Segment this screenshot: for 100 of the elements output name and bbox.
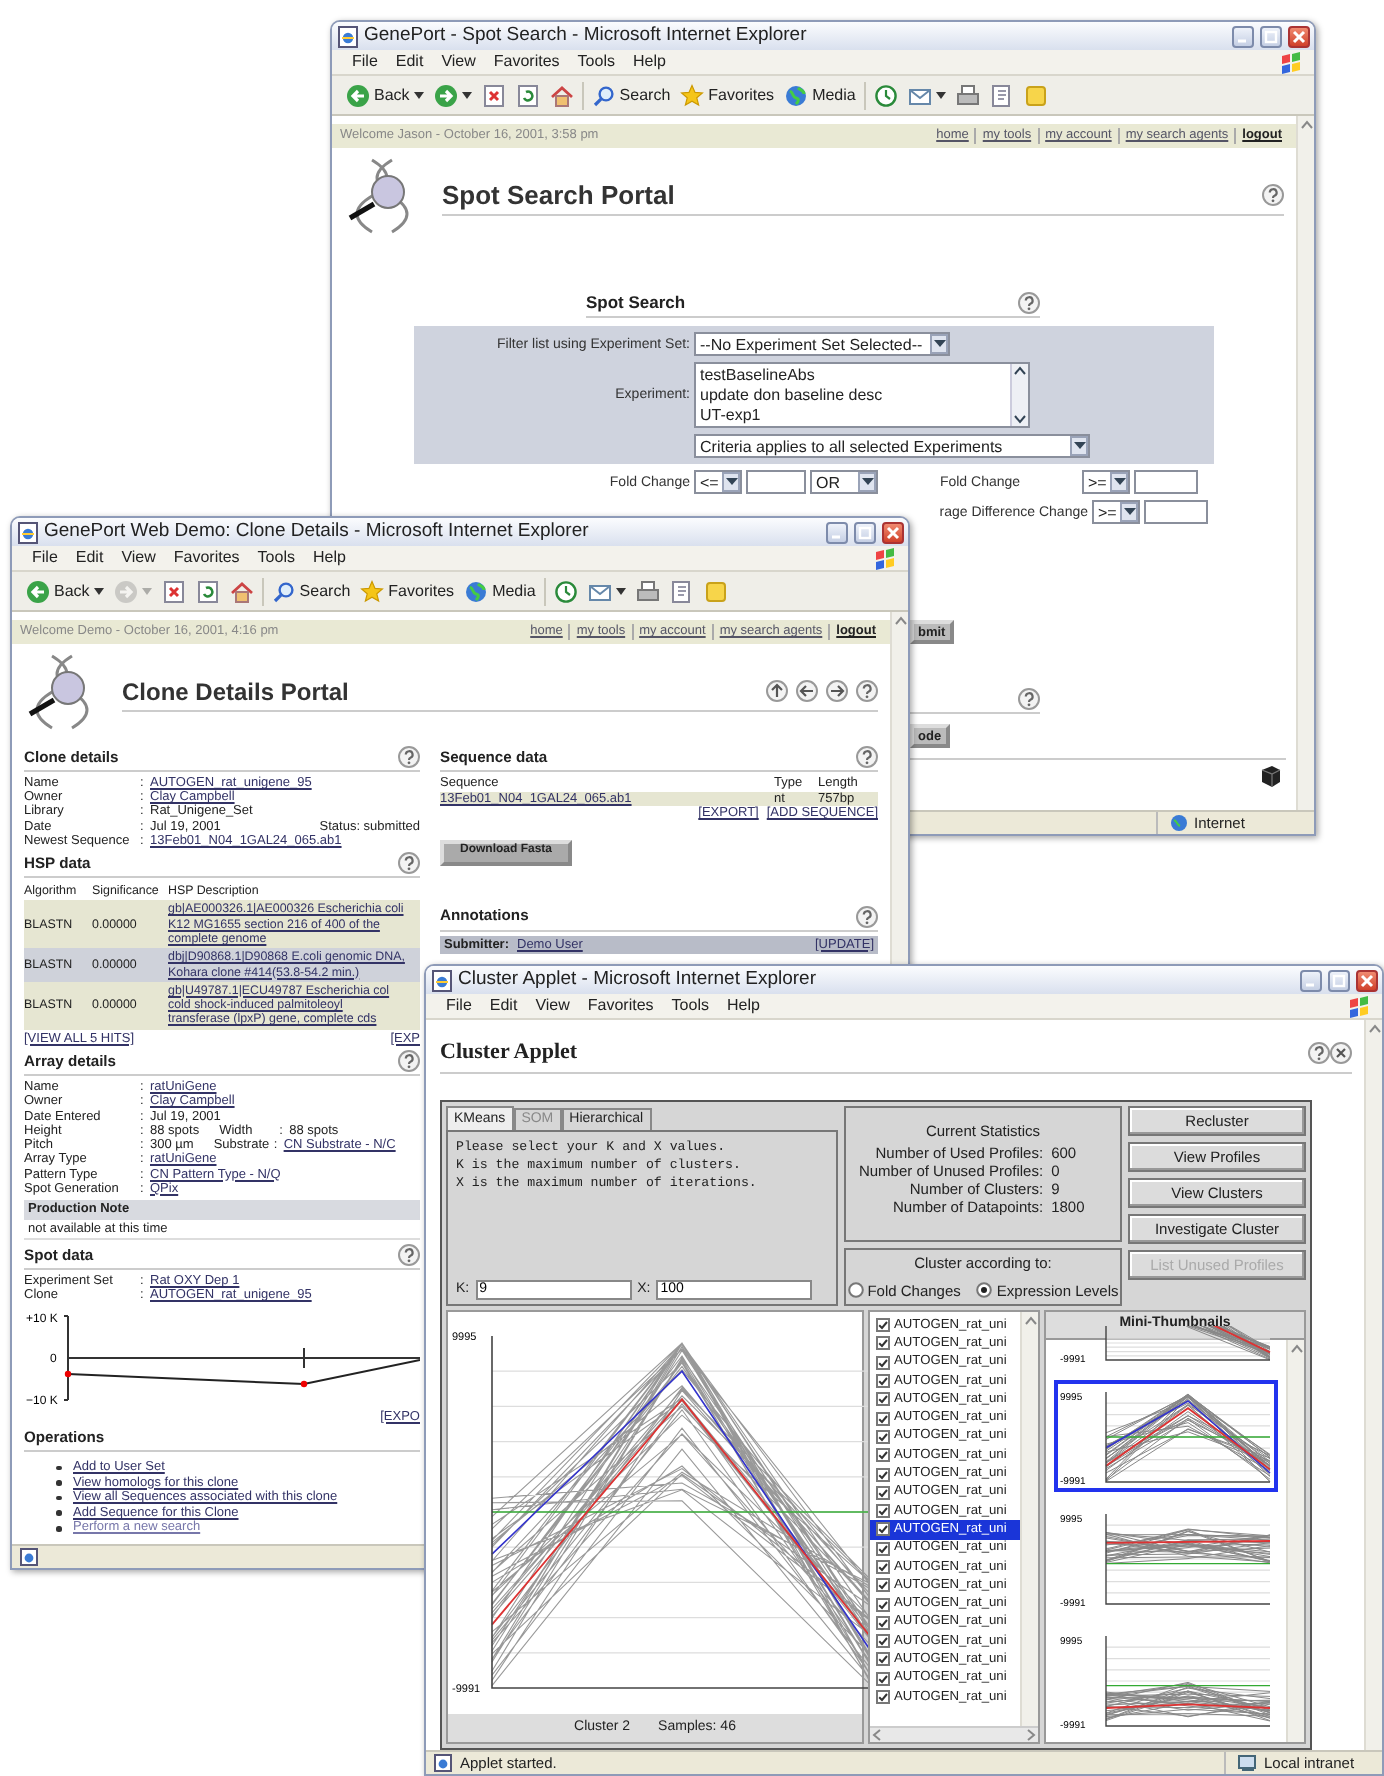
- menu-item[interactable]: Edit: [489, 994, 518, 1018]
- checkbox[interactable]: [876, 1355, 890, 1370]
- page-icon: [432, 969, 452, 991]
- radio-button[interactable]: [976, 1282, 993, 1299]
- checkbox[interactable]: [876, 1467, 890, 1482]
- checkbox[interactable]: [876, 1429, 890, 1444]
- menu-item[interactable]: Help: [726, 994, 760, 1018]
- help-icon[interactable]: [398, 852, 420, 875]
- dropdown[interactable]: >=: [1082, 470, 1130, 494]
- note-icon: [1023, 83, 1048, 107]
- input-field[interactable]: [1134, 470, 1198, 494]
- stop-icon: [481, 83, 506, 107]
- caret-icon: [933, 340, 945, 348]
- close-icon[interactable]: [1330, 1041, 1352, 1063]
- flag-icon: [1348, 995, 1370, 1017]
- checkbox[interactable]: [876, 1336, 890, 1351]
- help-icon[interactable]: [398, 1244, 420, 1267]
- checkbox[interactable]: [876, 1411, 890, 1426]
- page-icon: [18, 521, 38, 543]
- dropdown[interactable]: --No Experiment Set Selected--: [694, 332, 950, 356]
- checkbox[interactable]: [876, 1448, 890, 1463]
- horizontal-scrollbar[interactable]: [870, 1726, 1038, 1742]
- checkbox[interactable]: [876, 1634, 890, 1649]
- scroll-right-icon[interactable]: [1026, 1728, 1038, 1742]
- arrow-right-icon[interactable]: [826, 680, 848, 702]
- menu-item[interactable]: View: [535, 994, 570, 1018]
- checkbox[interactable]: [876, 1597, 890, 1612]
- note-icon: [703, 579, 728, 603]
- list-option[interactable]: UT-exp1: [700, 406, 1006, 426]
- checkbox[interactable]: [876, 1671, 890, 1686]
- vertical-scrollbar[interactable]: [1286, 1340, 1304, 1742]
- arrow-up-icon[interactable]: [766, 680, 788, 702]
- menu-item[interactable]: File: [32, 546, 58, 570]
- scroll-left-icon[interactable]: [870, 1728, 882, 1742]
- dropdown[interactable]: <=: [694, 470, 742, 494]
- help-icon[interactable]: [856, 746, 878, 768]
- menu-item[interactable]: Help: [632, 50, 666, 74]
- toolbar-button[interactable]: Back: [24, 579, 106, 603]
- checkbox[interactable]: [876, 1392, 890, 1407]
- checkbox[interactable]: [876, 1541, 890, 1556]
- toolbar-button[interactable]: [431, 83, 474, 107]
- checkbox[interactable]: [876, 1690, 890, 1705]
- experiment-listbox[interactable]: testBaselineAbs update don baseline desc UT-exp1: [694, 362, 1030, 428]
- toolbar-button[interactable]: Media: [462, 579, 538, 603]
- forward-arrow-icon: [433, 83, 458, 107]
- menu-item[interactable]: Edit: [75, 546, 104, 570]
- radio-button[interactable]: [847, 1282, 864, 1299]
- input-field[interactable]: [746, 470, 806, 494]
- toolbar-button[interactable]: Search: [589, 83, 673, 107]
- help-icon[interactable]: [398, 1050, 420, 1073]
- checkbox[interactable]: [876, 1522, 890, 1537]
- dropdown[interactable]: >=: [1092, 500, 1140, 524]
- vertical-scrollbar[interactable]: [1296, 116, 1314, 810]
- dropdown[interactable]: Criteria applies to all selected Experiments: [694, 434, 1090, 458]
- menu-item[interactable]: Favorites: [173, 546, 240, 570]
- list-option[interactable]: update don baseline desc: [700, 386, 1006, 406]
- help-icon[interactable]: [1308, 1041, 1330, 1063]
- star-icon: [360, 579, 385, 603]
- menu-item[interactable]: Tools: [577, 50, 615, 74]
- toolbar-button[interactable]: Media: [782, 83, 858, 107]
- scroll-up-icon[interactable]: [1012, 364, 1028, 378]
- input-field[interactable]: [1144, 500, 1208, 524]
- checkbox[interactable]: [876, 1318, 890, 1333]
- help-icon[interactable]: [398, 746, 420, 768]
- help-icon[interactable]: [1018, 688, 1040, 710]
- scroll-down-icon[interactable]: [1012, 412, 1028, 426]
- menu-item[interactable]: Edit: [395, 50, 424, 74]
- toolbar-button[interactable]: [905, 83, 948, 107]
- checkbox[interactable]: [876, 1652, 890, 1667]
- dropdown[interactable]: OR: [810, 470, 878, 494]
- toolbar-button[interactable]: Search: [269, 579, 353, 603]
- checkbox[interactable]: [876, 1485, 890, 1500]
- toolbar-button[interactable]: Back: [344, 83, 426, 107]
- back-arrow-icon: [26, 579, 50, 603]
- help-icon[interactable]: [856, 680, 878, 702]
- menu-item[interactable]: Tools: [257, 546, 295, 570]
- checkbox[interactable]: [876, 1560, 890, 1574]
- toolbar-button[interactable]: Favorites: [358, 579, 457, 603]
- menu-item[interactable]: File: [352, 50, 378, 74]
- menu-item[interactable]: Tools: [671, 994, 709, 1018]
- history-icon: [553, 579, 578, 603]
- toolbar-button[interactable]: Favorites: [678, 83, 777, 107]
- checkbox[interactable]: [876, 1615, 890, 1630]
- vertical-scrollbar[interactable]: [1020, 1312, 1038, 1726]
- menu-item[interactable]: View: [441, 50, 476, 74]
- toolbar-button[interactable]: [585, 579, 628, 603]
- menu-item[interactable]: Help: [312, 546, 346, 570]
- list-option[interactable]: testBaselineAbs: [700, 366, 1006, 386]
- help-icon[interactable]: [1018, 292, 1040, 314]
- menu-item[interactable]: Favorites: [587, 994, 654, 1018]
- checkbox[interactable]: [876, 1578, 890, 1593]
- checkbox[interactable]: [876, 1374, 890, 1389]
- menu-item[interactable]: View: [121, 546, 156, 570]
- menu-item[interactable]: Favorites: [493, 50, 560, 74]
- menu-item[interactable]: File: [446, 994, 472, 1018]
- arrow-left-icon[interactable]: [796, 680, 818, 702]
- help-icon[interactable]: [1262, 184, 1284, 206]
- help-icon[interactable]: [856, 905, 878, 928]
- checkbox[interactable]: [876, 1504, 890, 1519]
- vertical-scrollbar[interactable]: [1364, 1020, 1382, 1750]
